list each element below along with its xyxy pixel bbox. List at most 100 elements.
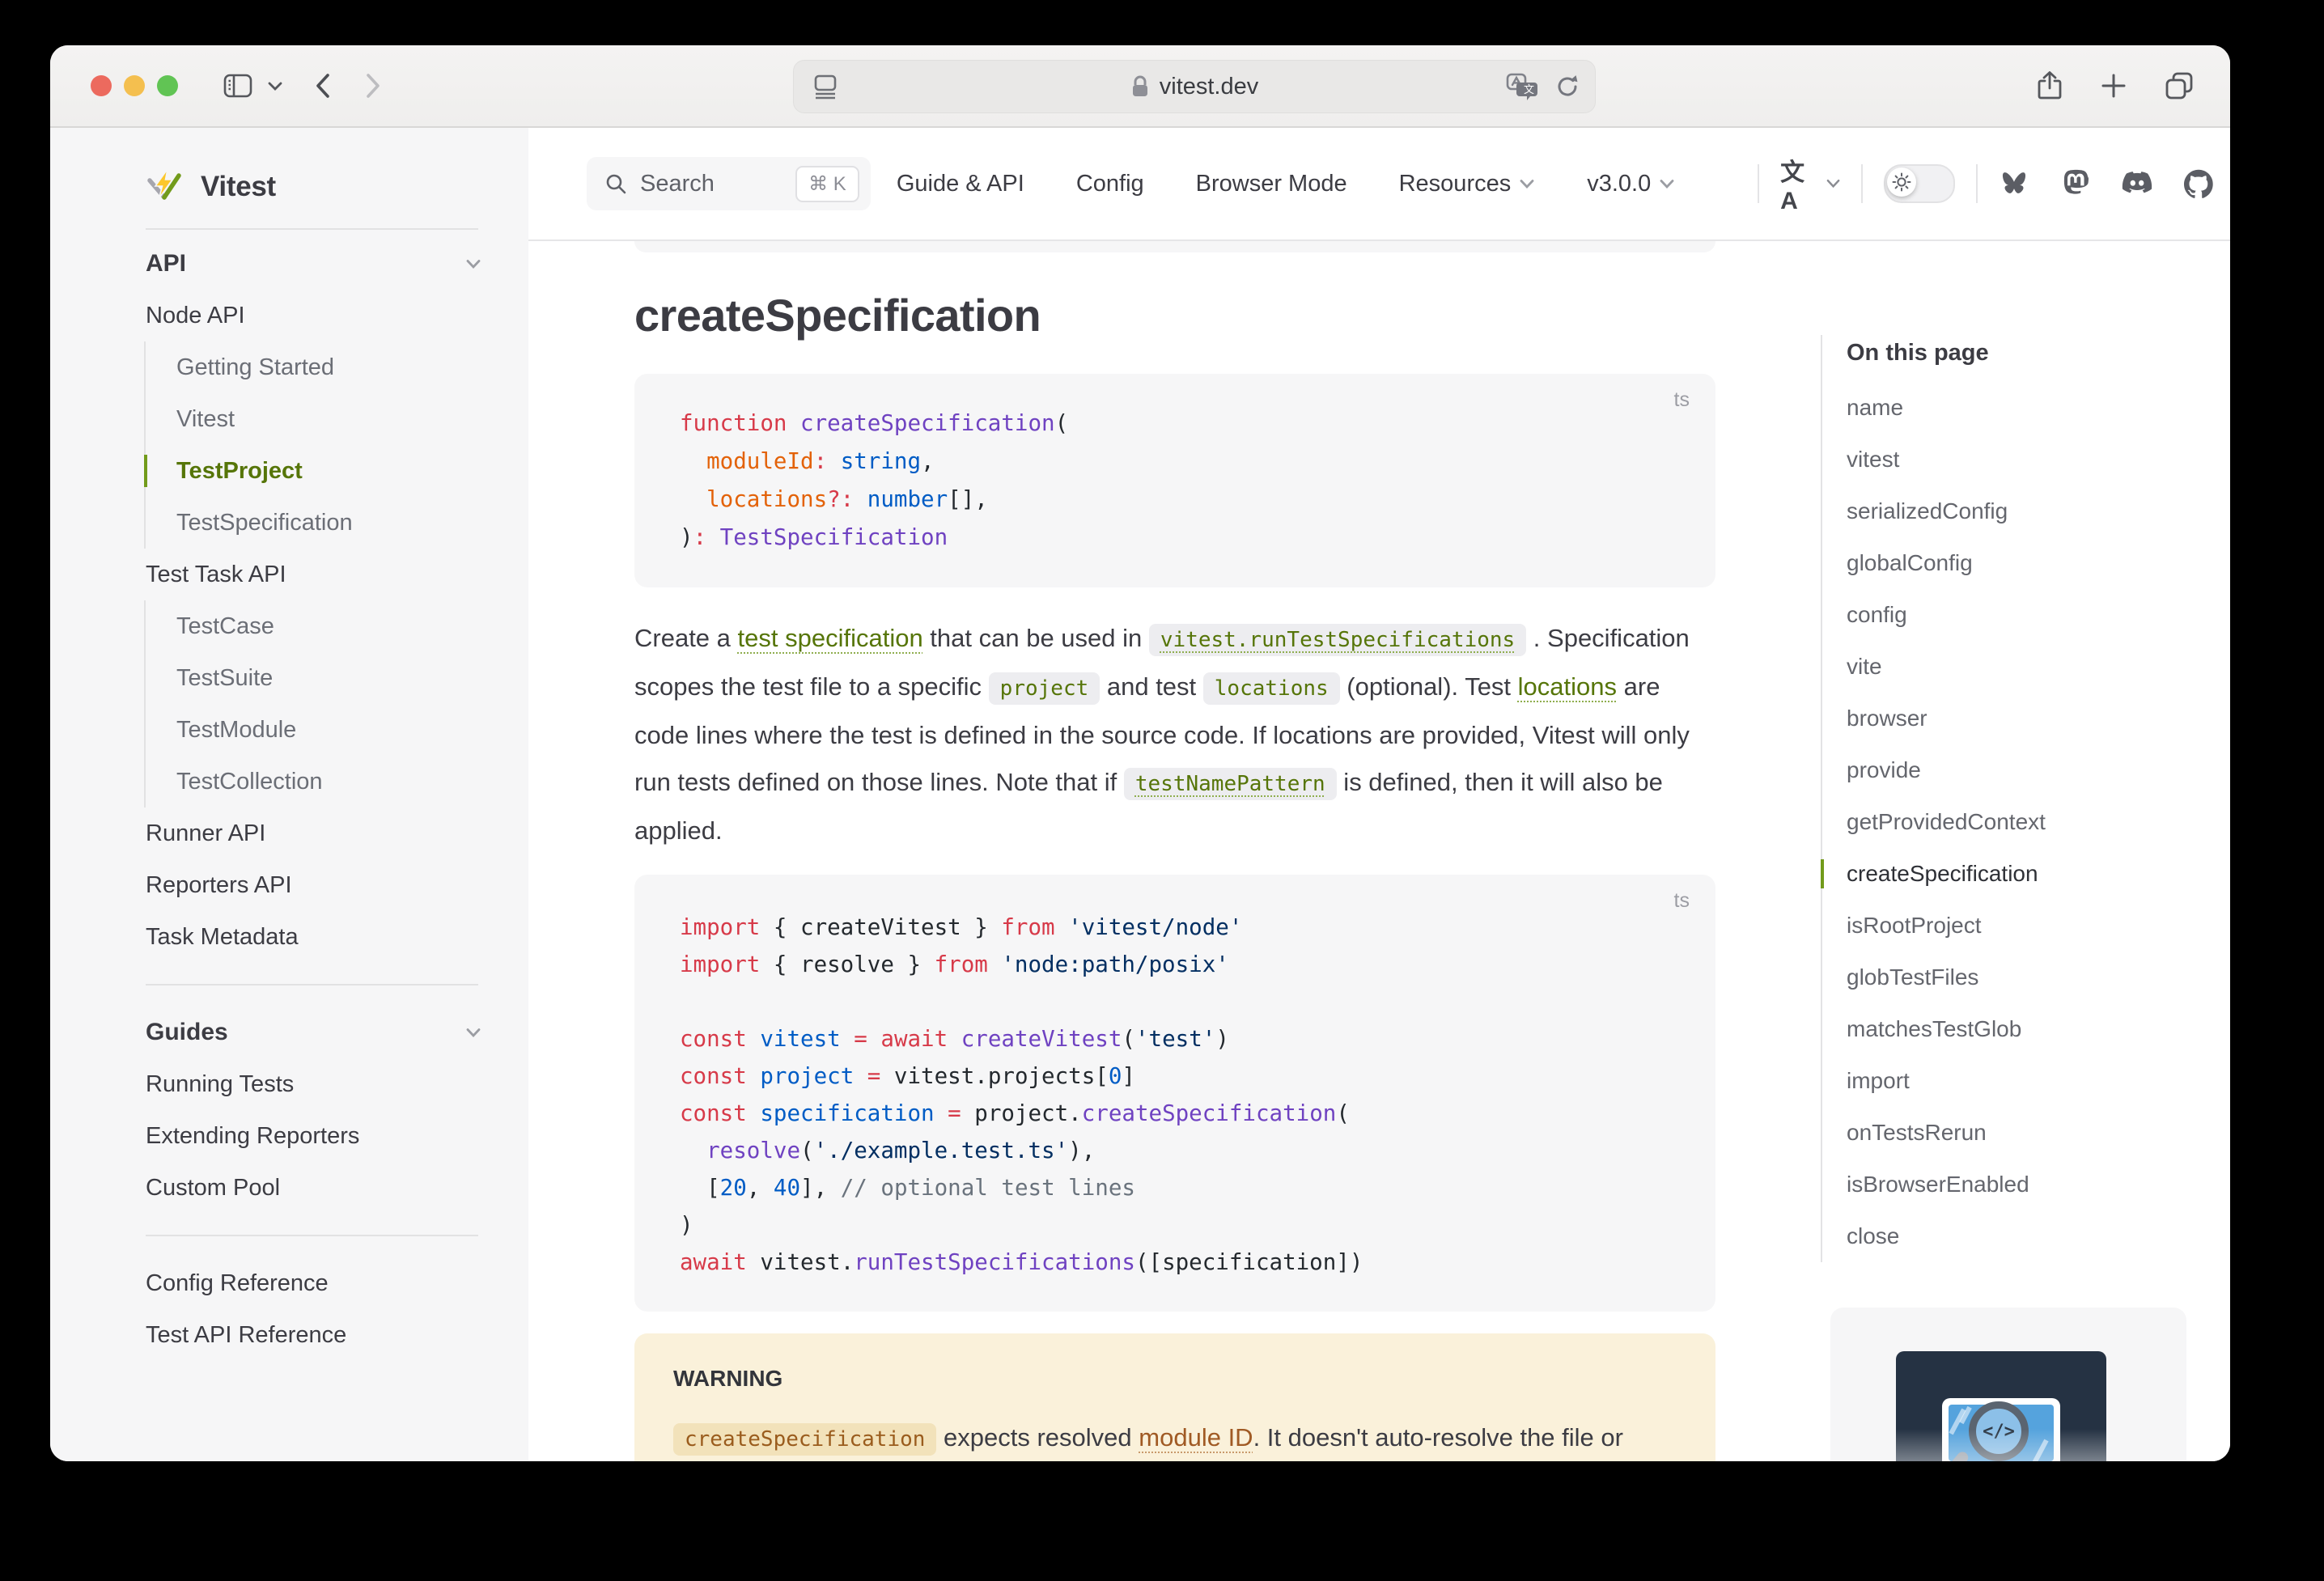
sidebar-item-reporters-api[interactable]: Reporters API [50,859,528,911]
address-bar[interactable]: vitest.dev 文 [793,60,1596,113]
sidebar-group-api[interactable]: API [50,238,528,290]
new-tab-icon[interactable] [2101,73,2127,99]
warning-title: WARNING [673,1366,1677,1392]
bluesky-icon[interactable] [1999,168,2029,199]
zoom-window-button[interactable] [157,75,178,96]
tab-overview-icon[interactable] [2164,70,2195,101]
search-input[interactable]: Search ⌘ K [587,157,871,210]
nav-resources[interactable]: Resources [1399,171,1536,197]
vitest-logo[interactable]: Vitest [50,128,528,209]
sidebar-label: API [146,250,186,278]
inline-link[interactable]: test specification [738,624,923,652]
nav-v3-0-0[interactable]: v3.0.0 [1587,171,1675,197]
sidebar-item-testcase[interactable]: TestCase [146,600,528,652]
inline-code: locations [1203,672,1340,705]
github-icon[interactable] [2183,168,2214,199]
toc-item-name[interactable]: name [1847,382,2230,434]
sidebar-item-vitest[interactable]: Vitest [146,393,528,445]
sidebar-toggle-icon[interactable] [223,73,252,99]
sponsor-ad-card[interactable]: </> [1830,1308,2186,1461]
theme-toggle[interactable] [1884,164,1955,203]
minimize-window-button[interactable] [124,75,145,96]
nav-browser-mode[interactable]: Browser Mode [1196,171,1347,197]
sidebar-chevron-icon[interactable] [267,80,283,91]
inline-code-link[interactable]: testNamePattern [1124,768,1337,800]
toc-item-import[interactable]: import [1847,1055,2230,1107]
sidebar-item-extending-reporters[interactable]: Extending Reporters [50,1110,528,1162]
sidebar-label: Guides [146,1019,228,1046]
sidebar-item-running-tests[interactable]: Running Tests [50,1058,528,1110]
toc-item-browser[interactable]: browser [1847,693,2230,744]
inline-link[interactable]: module ID [1139,1423,1253,1452]
sidebar-item-node-api[interactable]: Node API [50,290,528,341]
nav-config[interactable]: Config [1076,171,1144,197]
reload-icon[interactable] [1554,74,1580,100]
code-lang-badge: ts [1674,388,1690,412]
nav-guide-api[interactable]: Guide & API [897,171,1024,197]
social-links [1999,168,2214,199]
traffic-lights [91,75,178,96]
inline-code-link[interactable]: vitest.runTestSpecifications [1149,624,1526,656]
code-line: resolve('./example.test.ts'), [680,1132,1683,1169]
code-lines: function createSpecification( moduleId: … [680,405,1683,557]
back-button[interactable] [314,72,332,100]
toc-item-matchestestglob[interactable]: matchesTestGlob [1847,1003,2230,1055]
inline-link[interactable]: locations [1518,672,1617,701]
code-line: import { createVitest } from 'vitest/nod… [680,909,1683,946]
sidebar-item-test-api-reference[interactable]: Test API Reference [50,1309,528,1361]
sidebar-item-testspecification[interactable]: TestSpecification [146,497,528,549]
toc-item-isbrowserenabled[interactable]: isBrowserEnabled [1847,1159,2230,1210]
lock-icon [1130,74,1150,99]
share-icon[interactable] [2036,70,2063,101]
toc-item-globtestfiles[interactable]: globTestFiles [1847,952,2230,1003]
sidebar-item-config-reference[interactable]: Config Reference [50,1257,528,1309]
toc-item-serializedconfig[interactable]: serializedConfig [1847,485,2230,537]
toc-item-config[interactable]: config [1847,589,2230,641]
toc-item-isrootproject[interactable]: isRootProject [1847,900,2230,952]
mastodon-icon[interactable] [2060,168,2091,199]
sidebar-item-task-metadata[interactable]: Task Metadata [50,911,528,963]
toc-item-getprovidedcontext[interactable]: getProvidedContext [1847,796,2230,848]
nav-label: Browser Mode [1196,171,1347,197]
code-line: locations?: number[], [680,481,1683,519]
sidebar-item-custom-pool[interactable]: Custom Pool [50,1162,528,1214]
forward-button[interactable] [364,72,382,100]
sidebar-item-testsuite[interactable]: TestSuite [146,652,528,704]
code-line: ) [680,1206,1683,1244]
sidebar-label: Runner API [146,820,265,847]
docs-sidebar: Vitest APINode APIGetting StartedVitestT… [50,128,528,1461]
code-line: moduleId: string, [680,443,1683,481]
sidebar-group-guides[interactable]: Guides [50,1007,528,1058]
sidebar-item-testmodule[interactable]: TestModule [146,704,528,756]
toc-item-provide[interactable]: provide [1847,744,2230,796]
sidebar-nav: API Node APIGetting StartedVitestTestProj… [50,238,528,1361]
translate-icon[interactable]: 文 [1506,72,1538,101]
toc-item-close[interactable]: close [1847,1210,2230,1262]
warning-body: createSpecification expects resolved mod… [673,1414,1677,1461]
toc-item-vite[interactable]: vite [1847,641,2230,693]
nav-label: v3.0.0 [1587,171,1651,197]
vitest-logo-icon [146,168,183,206]
search-shortcut: ⌘ K [795,166,859,202]
toc-item-globalconfig[interactable]: globalConfig [1847,537,2230,589]
language-menu[interactable]: 文A [1780,152,1840,215]
url-text[interactable]: vitest.dev [1160,74,1259,100]
toc-item-ontestsrerun[interactable]: onTestsRerun [1847,1107,2230,1159]
sidebar-divider [146,1235,478,1236]
close-window-button[interactable] [91,75,112,96]
toc-item-vitest[interactable]: vitest [1847,434,2230,485]
doc-content: createSpecification ts function createSp… [528,241,2230,1461]
sidebar-divider [146,228,478,230]
page-title: createSpecification [634,290,1715,341]
sidebar-item-test-task-api[interactable]: Test Task API [50,549,528,600]
sidebar-divider [146,984,478,985]
sidebar-item-testproject[interactable]: TestProject [146,445,528,497]
header-nav: Guide & API Config Browser Mode Resources v3… [871,171,1701,197]
toc-item-createspecification[interactable]: createSpecification [1847,848,2230,900]
safari-window: vitest.dev 文 [50,45,2230,1461]
sidebar-item-getting-started[interactable]: Getting Started [146,341,528,393]
discord-icon[interactable] [2122,168,2152,199]
sidebar-label: Config Reference [146,1270,329,1297]
sidebar-item-testcollection[interactable]: TestCollection [146,756,528,807]
sidebar-item-runner-api[interactable]: Runner API [50,807,528,859]
